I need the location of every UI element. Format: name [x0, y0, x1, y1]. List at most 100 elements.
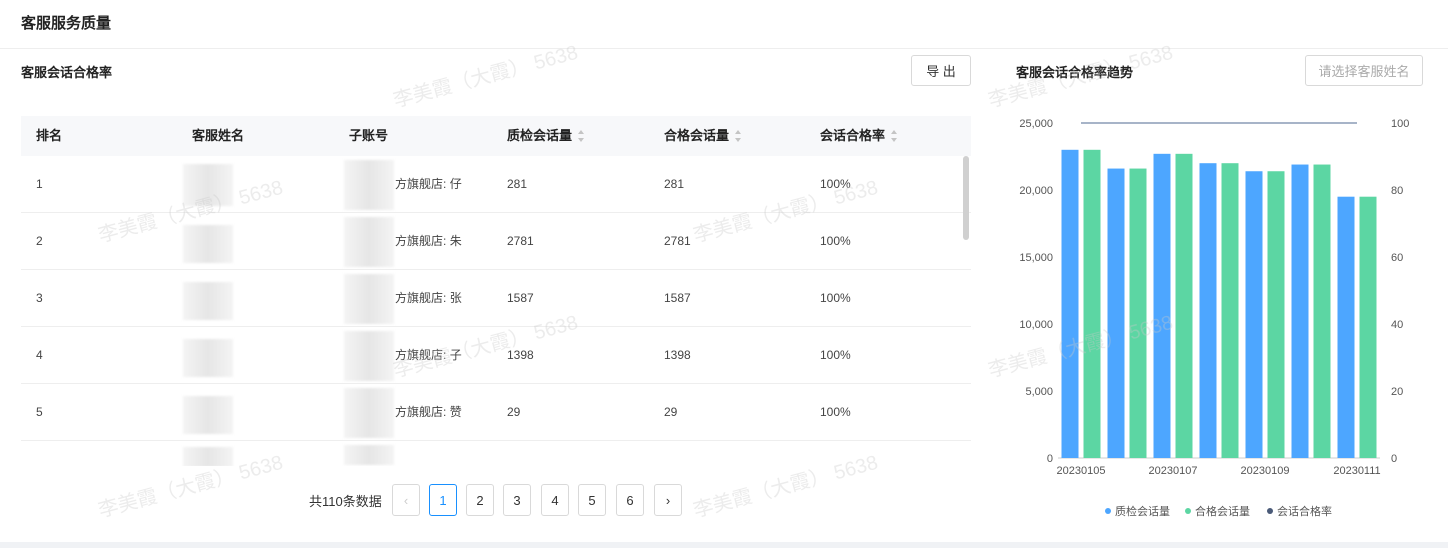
bar-passed	[1221, 163, 1239, 458]
cell-checked: 29	[507, 405, 521, 419]
page-button-2[interactable]: 2	[466, 484, 494, 516]
data-table: 排名 客服姓名 子账号 质检会话量 合格会话量 会话合格率 1 方旗舰店: 仔 …	[21, 116, 971, 466]
page-button-4[interactable]: 4	[541, 484, 569, 516]
cell-rate: 100%	[820, 234, 851, 248]
sort-icon[interactable]	[578, 129, 585, 142]
cell-passed: 281	[664, 177, 685, 191]
page-button-6[interactable]: 6	[616, 484, 644, 516]
page-button-5[interactable]: 5	[578, 484, 606, 516]
sub-account-suffix: 仔	[449, 177, 462, 191]
sub-account-suffix: 子	[449, 348, 462, 362]
sort-icon[interactable]	[735, 129, 742, 142]
sub-account-text: 方旗舰店:	[395, 177, 447, 191]
bar-passed	[1313, 164, 1331, 458]
table-row[interactable]: 5 方旗舰店: 赞 29 29 100%	[21, 384, 971, 441]
y-right-tick-label: 20	[1391, 386, 1403, 398]
cell-rate: 100%	[820, 291, 851, 305]
y-right-tick-label: 40	[1391, 319, 1403, 331]
col-sub-account: 子账号	[349, 128, 389, 143]
legend-label: 质检会话量	[1115, 506, 1170, 518]
table-row-partial[interactable]	[21, 441, 971, 466]
cell-rate: 100%	[820, 348, 851, 362]
cell-sub-account: 方旗舰店: 子	[395, 327, 462, 384]
legend-passed[interactable]: 合格会话量	[1185, 503, 1250, 519]
table-section-title: 客服会话合格率	[21, 65, 113, 80]
legend-checked[interactable]: 质检会话量	[1105, 503, 1170, 519]
sub-account-text: 方旗舰店:	[395, 291, 447, 305]
legend-dot-icon	[1105, 508, 1111, 514]
cell-rank: 4	[36, 348, 43, 362]
bar-passed	[1129, 168, 1147, 458]
blurred-account	[344, 445, 394, 465]
cell-checked: 2781	[507, 234, 534, 248]
col-checked-label: 质检会话量	[507, 128, 573, 143]
cell-sub-account: 方旗舰店: 朱	[395, 213, 462, 270]
page-button-1[interactable]: 1	[429, 484, 457, 516]
table-row[interactable]: 4 方旗舰店: 子 1398 1398 100%	[21, 327, 971, 384]
cell-passed: 1587	[664, 291, 691, 305]
bar-passed	[1083, 149, 1101, 459]
x-tick-label: 20230109	[1241, 465, 1290, 477]
next-page-button[interactable]: ›	[654, 484, 682, 516]
blurred-account	[344, 274, 394, 324]
cell-checked: 1398	[507, 348, 534, 362]
blurred-name	[183, 447, 233, 466]
cell-passed: 2781	[664, 234, 691, 248]
legend-label: 会话合格率	[1277, 506, 1332, 518]
col-passed[interactable]: 合格会话量	[664, 116, 742, 156]
export-button[interactable]: 导 出	[911, 55, 971, 86]
blurred-account	[344, 217, 394, 267]
bar-passed	[1359, 196, 1377, 458]
table-scrollbar[interactable]	[963, 156, 969, 240]
page-button-3[interactable]: 3	[503, 484, 531, 516]
x-tick-label: 20230105	[1057, 465, 1106, 477]
y-left-tick-label: 25,000	[1019, 118, 1053, 130]
blurred-name	[183, 396, 233, 434]
blurred-name	[183, 282, 233, 320]
cell-checked: 281	[507, 177, 528, 191]
y-left-tick-label: 15,000	[1019, 252, 1053, 264]
cell-rank: 3	[36, 291, 43, 305]
cell-rank: 1	[36, 177, 43, 191]
agent-name-select[interactable]: 请选择客服姓名	[1305, 55, 1423, 86]
blurred-name	[183, 164, 233, 206]
col-passed-label: 合格会话量	[664, 128, 730, 143]
legend-rate[interactable]: 会话合格率	[1267, 503, 1332, 519]
blurred-account	[344, 331, 394, 381]
cell-rank: 5	[36, 405, 43, 419]
y-right-tick-label: 60	[1391, 252, 1403, 264]
blurred-name	[183, 339, 233, 377]
col-checked[interactable]: 质检会话量	[507, 116, 585, 156]
sub-account-text: 方旗舰店:	[395, 405, 447, 419]
bar-passed	[1175, 153, 1193, 458]
cell-sub-account: 方旗舰店: 仔	[395, 156, 462, 213]
cell-rate: 100%	[820, 405, 851, 419]
legend-dot-icon	[1185, 508, 1191, 514]
col-rank: 排名	[36, 128, 63, 143]
bar-checked	[1337, 196, 1355, 458]
page: 客服服务质量 客服会话合格率 导 出 排名 客服姓名 子账号 质检会话量 合格会…	[0, 0, 1448, 542]
cell-passed: 1398	[664, 348, 691, 362]
col-rate[interactable]: 会话合格率	[820, 116, 898, 156]
bar-checked	[1291, 164, 1309, 458]
table-row[interactable]: 2 方旗舰店: 朱 2781 2781 100%	[21, 213, 971, 270]
sub-account-text: 方旗舰店:	[395, 348, 447, 362]
x-tick-label: 20230111	[1333, 465, 1380, 477]
table-header: 排名 客服姓名 子账号 质检会话量 合格会话量 会话合格率	[21, 116, 971, 156]
sort-icon[interactable]	[891, 129, 898, 142]
bar-passed	[1267, 171, 1285, 458]
table-row[interactable]: 3 方旗舰店: 张 1587 1587 100%	[21, 270, 971, 327]
sub-account-text: 方旗舰店:	[395, 234, 447, 248]
cell-checked: 1587	[507, 291, 534, 305]
table-row[interactable]: 1 方旗舰店: 仔 281 281 100%	[21, 156, 971, 213]
sub-account-suffix: 张	[449, 291, 462, 305]
y-left-tick-label: 20,000	[1019, 185, 1053, 197]
blurred-name	[183, 225, 233, 263]
sub-account-suffix: 赞	[449, 405, 462, 419]
prev-page-button[interactable]: ‹	[392, 484, 420, 516]
legend-label: 合格会话量	[1195, 506, 1250, 518]
col-rate-label: 会话合格率	[820, 128, 886, 143]
y-left-tick-label: 5,000	[1025, 386, 1053, 398]
trend-chart: 0 5,000 10,000 15,000 20,000 25,000 0 20 40 60 80 1…	[1019, 118, 1409, 477]
blurred-account	[344, 160, 394, 210]
